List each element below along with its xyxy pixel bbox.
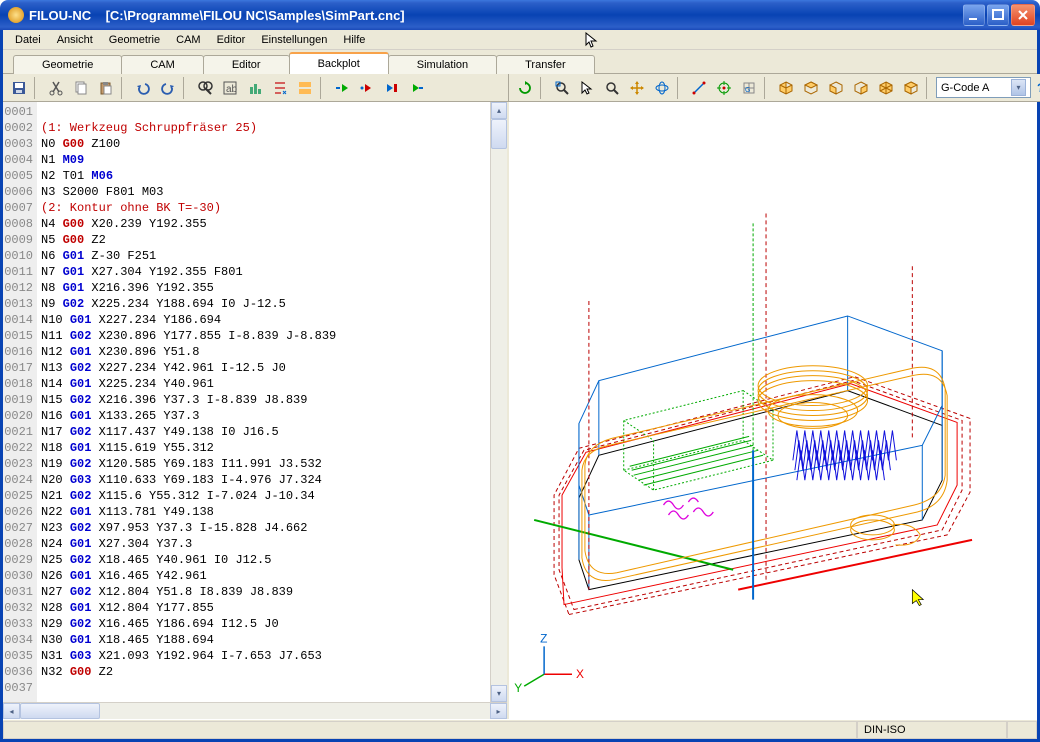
svg-text:Y: Y [514, 681, 522, 695]
cut-button[interactable] [44, 77, 67, 99]
paste-button[interactable] [94, 77, 117, 99]
view-top-button[interactable] [799, 77, 822, 99]
help-button[interactable]: ?F1 [1033, 77, 1040, 99]
pan-button[interactable] [625, 77, 648, 99]
zoom-window-button[interactable] [600, 77, 623, 99]
select-button[interactable] [575, 77, 598, 99]
tab-transfer[interactable]: Transfer [496, 55, 595, 74]
find-button[interactable] [193, 77, 216, 99]
hscroll-thumb[interactable] [20, 703, 100, 719]
minimize-button[interactable] [963, 4, 985, 26]
chevron-down-icon: ▾ [1011, 79, 1026, 96]
run-end-button[interactable] [405, 77, 428, 99]
titlebar[interactable]: FILOU-NC [C:\Programme\FILOU NC\Samples\… [0, 0, 1040, 30]
horizontal-scrollbar[interactable]: ◂ ▸ [3, 702, 507, 719]
editor-toolbar: ab [3, 74, 509, 102]
menu-geometrie[interactable]: Geometrie [101, 32, 168, 48]
format-button[interactable] [293, 77, 316, 99]
scroll-left-button[interactable]: ◂ [3, 703, 20, 719]
redo-button[interactable] [156, 77, 179, 99]
svg-text:G: G [745, 87, 750, 94]
menu-cam[interactable]: CAM [168, 32, 208, 48]
menu-ansicht[interactable]: Ansicht [49, 32, 101, 48]
menu-editor[interactable]: Editor [209, 32, 254, 48]
scroll-right-button[interactable]: ▸ [490, 703, 507, 719]
svg-text:ab: ab [226, 84, 238, 95]
scroll-down-button[interactable]: ▾ [491, 685, 507, 702]
menu-einstellungen[interactable]: Einstellungen [253, 32, 335, 48]
app-icon [8, 7, 24, 23]
tab-editor[interactable]: Editor [203, 55, 290, 74]
backplot-viewport[interactable]: X Y Z [509, 102, 1037, 719]
goto-button[interactable] [243, 77, 266, 99]
replace-button[interactable]: ab [218, 77, 241, 99]
menu-hilfe[interactable]: Hilfe [335, 32, 373, 48]
rotate-button[interactable] [650, 77, 673, 99]
menu-datei[interactable]: Datei [7, 32, 49, 48]
tab-backplot[interactable]: Backplot [289, 52, 389, 74]
measure-button[interactable] [687, 77, 710, 99]
cursor-icon [585, 32, 601, 48]
refresh-button[interactable] [513, 77, 536, 99]
view-front-button[interactable] [824, 77, 847, 99]
view-left-button[interactable] [874, 77, 897, 99]
tab-cam[interactable]: CAM [121, 55, 203, 74]
app-window: FILOU-NC [C:\Programme\FILOU NC\Samples\… [0, 0, 1040, 742]
origin-button[interactable] [712, 77, 735, 99]
grid-button[interactable]: G [737, 77, 760, 99]
backplot-toolbar: G G-Code A ▾ ?F1 [509, 74, 1040, 102]
menubar: Datei Ansicht Geometrie CAM Editor Einst… [3, 30, 1037, 50]
view-right-button[interactable] [849, 77, 872, 99]
run-start-button[interactable] [330, 77, 353, 99]
run-stop-button[interactable] [380, 77, 403, 99]
view-back-button[interactable] [899, 77, 922, 99]
scroll-thumb[interactable] [491, 119, 507, 149]
maximize-button[interactable] [987, 4, 1009, 26]
vertical-scrollbar[interactable]: ▴ ▾ [490, 102, 507, 702]
code-pane: 0001 0002 0003 0004 0005 0006 0007 0008 … [3, 102, 509, 719]
view-iso-button[interactable] [774, 77, 797, 99]
window-title: FILOU-NC [C:\Programme\FILOU NC\Samples\… [29, 8, 405, 23]
scroll-up-button[interactable]: ▴ [491, 102, 507, 119]
gcode-combo-value: G-Code A [941, 82, 989, 94]
renumber-button[interactable] [268, 77, 291, 99]
save-button[interactable] [7, 77, 30, 99]
svg-text:Z: Z [540, 631, 547, 645]
line-gutter: 0001 0002 0003 0004 0005 0006 0007 0008 … [3, 102, 37, 702]
statusbar: DIN-ISO [3, 719, 1037, 739]
close-button[interactable] [1011, 4, 1035, 26]
undo-button[interactable] [131, 77, 154, 99]
run-step-button[interactable] [355, 77, 378, 99]
gcode-combo[interactable]: G-Code A ▾ [936, 77, 1031, 98]
backplot-canvas[interactable]: X Y Z [509, 102, 1037, 719]
svg-text:X: X [576, 667, 584, 681]
tab-simulation[interactable]: Simulation [388, 55, 497, 74]
tab-geometrie[interactable]: Geometrie [13, 55, 122, 74]
zoom-extents-button[interactable] [550, 77, 573, 99]
code-editor[interactable]: (1: Werkzeug Schruppfräser 25) N0 G00 Z1… [37, 102, 490, 702]
status-postprocessor: DIN-ISO [857, 721, 1007, 739]
copy-button[interactable] [69, 77, 92, 99]
tabstrip: Geometrie CAM Editor Backplot Simulation… [3, 50, 1037, 74]
